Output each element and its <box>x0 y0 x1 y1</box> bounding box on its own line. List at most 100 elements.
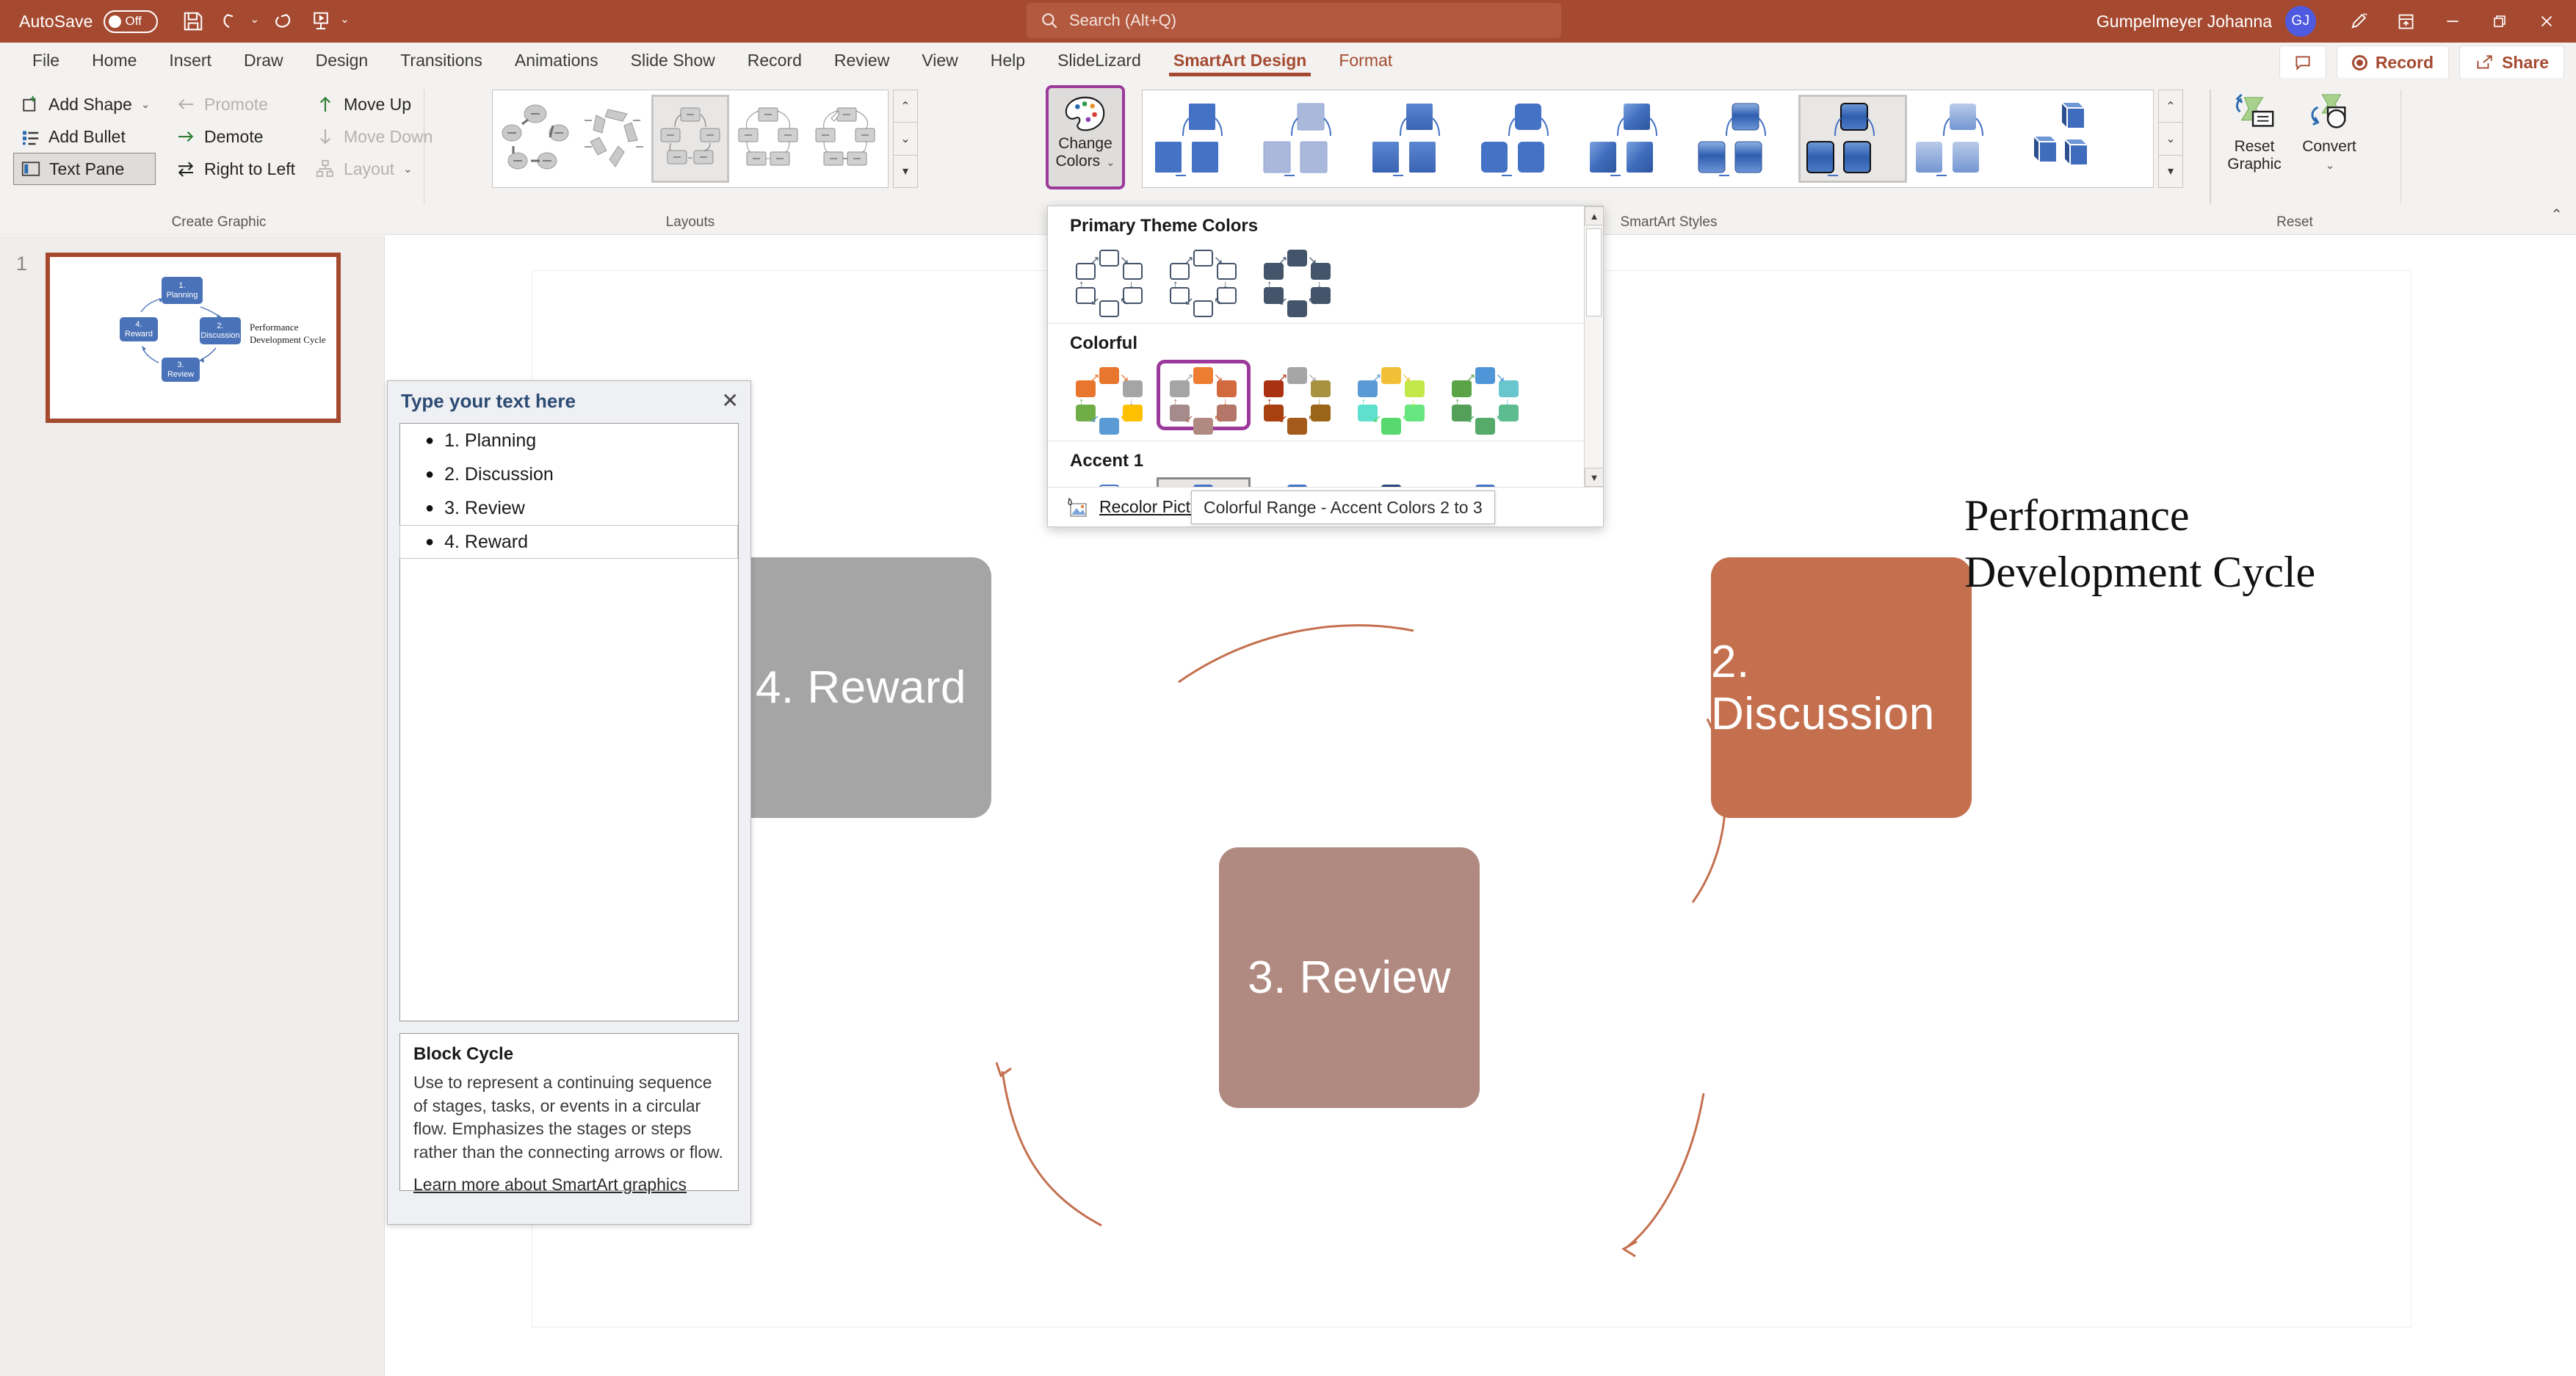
swatch-accent1-gradient-range[interactable]: ↗↘ ↑↓ <box>1251 477 1345 487</box>
node-reward[interactable]: 4. Reward <box>731 557 991 818</box>
style-option-simple-fill[interactable] <box>1146 95 1255 183</box>
change-colors-button[interactable]: Change Colors ⌄ <box>1046 85 1125 189</box>
layout-option-block-cycle[interactable] <box>651 95 729 183</box>
slide-thumbnail-1[interactable]: 1. Planning 2. Discussion 3. Review 4. Rew… <box>46 253 341 423</box>
share-button[interactable]: Share <box>2459 46 2564 79</box>
tab-view[interactable]: View <box>905 43 974 78</box>
layout-caret-icon[interactable]: ⌄ <box>403 162 413 175</box>
change-colors-caret-icon[interactable]: ⌄ <box>1106 156 1115 169</box>
promote-button[interactable]: Promote <box>169 88 301 120</box>
text-pane-button[interactable]: Text Pane <box>13 153 156 185</box>
smartart-styles-scrollbar[interactable]: ⌃ ⌄ ▾ <box>2158 90 2183 188</box>
autosave-toggle[interactable]: Off <box>103 10 158 33</box>
convert-button[interactable]: Convert ⌄ <box>2290 91 2369 173</box>
style-option-polished[interactable] <box>1690 95 1798 183</box>
undo-caret-icon[interactable]: ⌄ <box>250 12 264 30</box>
swatch-colorful-range-accent-4-to-5[interactable]: ↗ ↘ ↑ ↓ ↙ ↖ <box>1345 360 1439 435</box>
text-pane-item-review[interactable]: ● 3. Review <box>400 491 738 525</box>
save-icon[interactable] <box>174 4 212 38</box>
styles-scroll-down-button[interactable]: ⌄ <box>2159 123 2182 156</box>
collapse-ribbon-icon[interactable]: ⌃ <box>2550 206 2563 224</box>
layouts-scroll-up-button[interactable]: ⌃ <box>894 90 917 123</box>
close-icon[interactable]: ✕ <box>722 391 739 411</box>
style-option-brick-scene[interactable] <box>2016 95 2124 183</box>
smartart-styles-gallery[interactable] <box>1142 90 2154 188</box>
layouts-gallery[interactable] <box>492 90 889 188</box>
swatch-colorful-range-accent-2-to-3[interactable]: ↗ ↘ ↑ ↓ ↙ ↖ <box>1157 360 1251 435</box>
add-shape-caret-icon[interactable]: ⌄ <box>141 98 151 111</box>
layouts-scroll-down-button[interactable]: ⌄ <box>894 123 917 156</box>
scrollbar-thumb[interactable] <box>1586 228 1602 316</box>
right-to-left-button[interactable]: Right to Left <box>169 153 301 185</box>
demote-button[interactable]: Demote <box>169 120 301 153</box>
tab-file[interactable]: File <box>16 43 76 78</box>
layout-option-non-directional-cycle[interactable] <box>729 95 807 183</box>
record-button[interactable]: Record <box>2336 46 2450 79</box>
swatch-colorful-range-accent-3-to-4[interactable]: ↗ ↘ ↑ ↓ ↙ ↖ <box>1251 360 1345 435</box>
swatch-accent1-gradient-loop[interactable]: ↗↘ ↑↓ <box>1345 477 1439 487</box>
styles-gallery-more-button[interactable]: ▾ <box>2159 156 2182 187</box>
tab-draw[interactable]: Draw <box>228 43 300 78</box>
ink-pen-icon[interactable] <box>2335 0 2382 43</box>
tab-design[interactable]: Design <box>300 43 385 78</box>
tab-home[interactable]: Home <box>76 43 153 78</box>
text-pane-item-discussion[interactable]: ● 2. Discussion <box>400 457 738 491</box>
restore-icon[interactable] <box>2476 0 2523 43</box>
tab-smartart-design[interactable]: SmartArt Design <box>1157 43 1323 78</box>
minimize-icon[interactable] <box>2429 0 2476 43</box>
style-option-inset[interactable] <box>1798 95 1907 183</box>
tab-record[interactable]: Record <box>731 43 818 78</box>
layouts-gallery-more-button[interactable]: ▾ <box>894 156 917 187</box>
search-input[interactable]: Search (Alt+Q) <box>1027 3 1561 38</box>
node-review[interactable]: 3. Review <box>1219 847 1480 1108</box>
tab-review[interactable]: Review <box>818 43 905 78</box>
swatch-dark-outline-light-fill[interactable]: ↗ ↘ ↑ ↓ ↙ ↖ <box>1063 242 1157 317</box>
ribbon-display-options-icon[interactable] <box>2382 0 2429 43</box>
reset-graphic-button[interactable]: Reset Graphic <box>2215 91 2294 173</box>
layout-option-text-cycle[interactable] <box>574 95 652 183</box>
text-pane-list[interactable]: ● 1. Planning ● 2. Discussion ● 3. Revie… <box>399 423 739 1021</box>
tab-transitions[interactable]: Transitions <box>384 43 499 78</box>
node-discussion[interactable]: 2. Discussion <box>1711 557 1972 818</box>
tab-insert[interactable]: Insert <box>153 43 228 78</box>
text-pane-item-reward[interactable]: ● 4. Reward <box>399 525 738 559</box>
add-bullet-button[interactable]: Add Bullet <box>13 120 156 153</box>
undo-icon[interactable] <box>212 4 250 38</box>
tab-slidelizard[interactable]: SlideLizard <box>1041 43 1157 78</box>
swatch-dark-fill[interactable]: ↗ ↘ ↑ ↓ ↙ ↖ <box>1251 242 1345 317</box>
learn-more-link[interactable]: Learn more about SmartArt graphics <box>413 1175 687 1195</box>
style-option-subtle-effect[interactable] <box>1364 95 1472 183</box>
layouts-gallery-scrollbar[interactable]: ⌃ ⌄ ▾ <box>893 90 918 188</box>
swatch-accent1-outline[interactable]: ↗↘ ↑↓ <box>1063 477 1157 487</box>
avatar[interactable]: GJ <box>2285 6 2316 37</box>
tab-animations[interactable]: Animations <box>499 43 615 78</box>
swatch-accent1-transparent-range[interactable]: ↗↘ ↑↓ <box>1439 477 1533 487</box>
styles-scroll-up-button[interactable]: ⌃ <box>2159 90 2182 123</box>
tab-help[interactable]: Help <box>974 43 1041 78</box>
change-colors-scrollbar[interactable]: ▲ ▼ <box>1584 206 1604 487</box>
layout-option-continuous-cycle[interactable] <box>806 95 884 183</box>
swatch-accent1-colored-fill[interactable]: ↗↘ ↑↓ <box>1157 477 1251 487</box>
scroll-down-button[interactable]: ▼ <box>1585 468 1604 487</box>
comments-button[interactable] <box>2279 46 2326 79</box>
quick-access-more-icon[interactable]: ⌄ <box>340 12 354 30</box>
convert-caret-icon[interactable]: ⌄ <box>2326 159 2335 172</box>
swatch-colorful-range-accent-5-to-6[interactable]: ↗ ↘ ↑ ↓ ↙ ↖ <box>1439 360 1533 435</box>
redo-icon[interactable] <box>264 4 302 38</box>
swatch-colored-outline[interactable]: ↗ ↘ ↑ ↓ ↙ ↖ <box>1157 242 1251 317</box>
style-option-cartoon[interactable] <box>1907 95 2016 183</box>
add-shape-button[interactable]: Add Shape ⌄ <box>13 88 156 120</box>
tab-format[interactable]: Format <box>1323 43 1408 78</box>
close-icon[interactable] <box>2523 0 2570 43</box>
tab-slide-show[interactable]: Slide Show <box>615 43 731 78</box>
start-presentation-icon[interactable] <box>302 4 340 38</box>
text-pane-item-planning[interactable]: ● 1. Planning <box>400 424 738 457</box>
layout-option-basic-cycle[interactable] <box>496 95 574 183</box>
layout-button[interactable]: Layout ⌄ <box>308 153 438 185</box>
scroll-up-button[interactable]: ▲ <box>1585 206 1604 225</box>
move-up-button[interactable]: Move Up <box>308 88 438 120</box>
style-option-moderate-effect[interactable] <box>1472 95 1581 183</box>
style-option-intense-effect[interactable] <box>1581 95 1690 183</box>
style-option-white-outline[interactable] <box>1255 95 1364 183</box>
slide-caption[interactable]: Performance Development Cycle <box>1964 488 2420 601</box>
